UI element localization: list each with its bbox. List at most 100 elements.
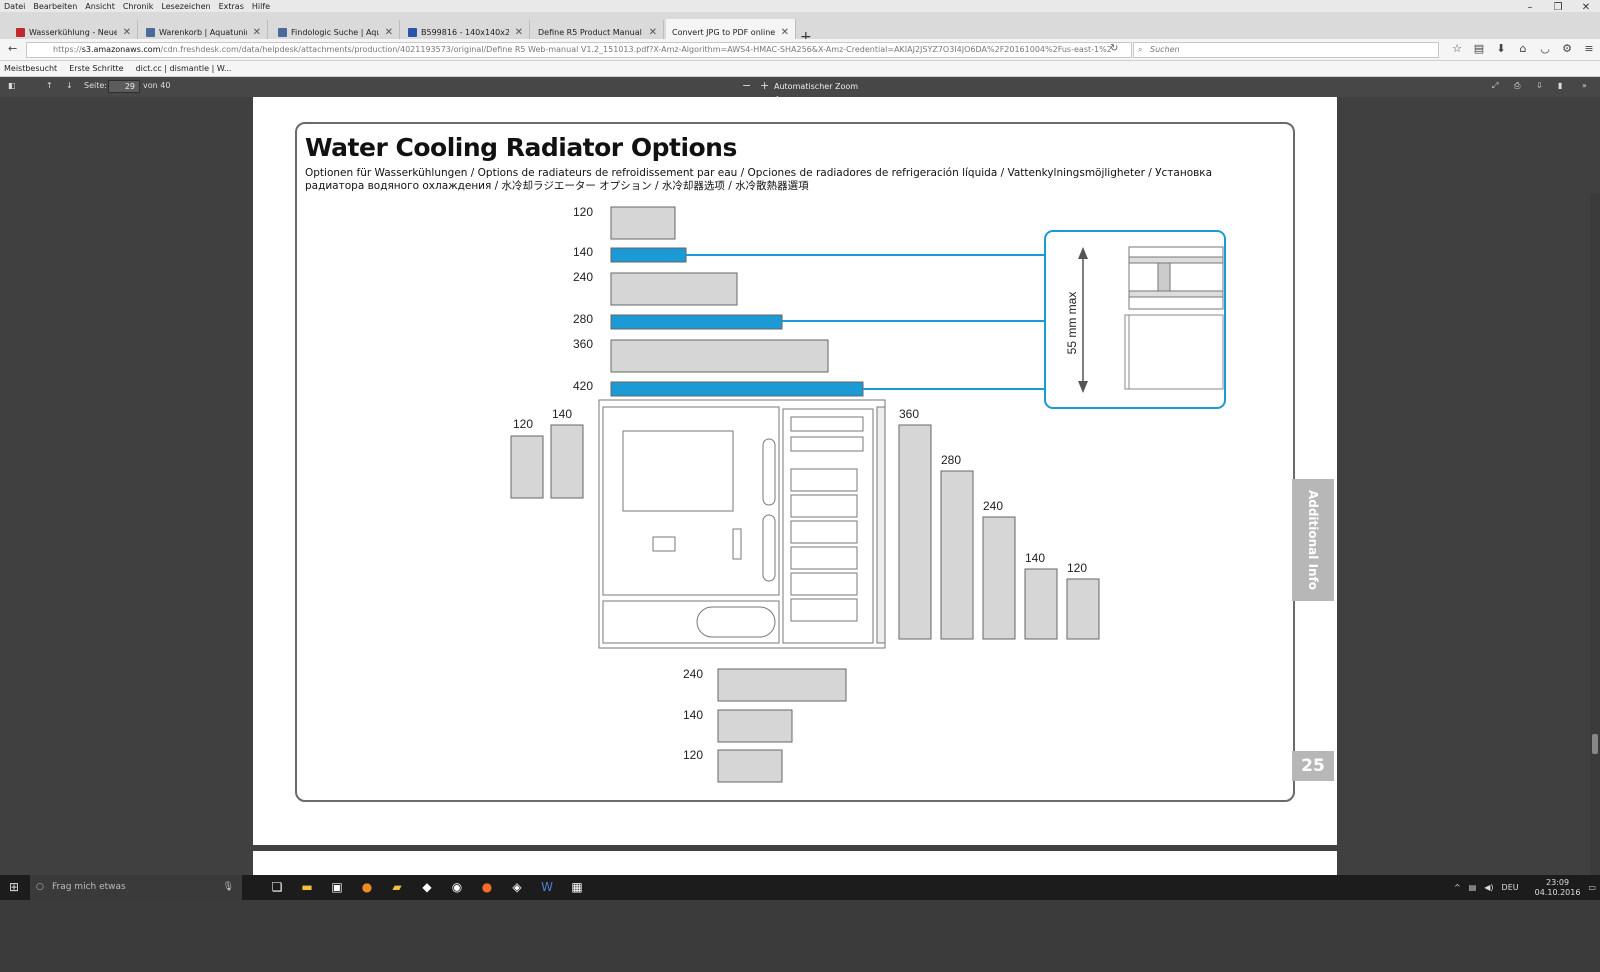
tab-close-icon[interactable]: ✕ [781,27,789,38]
pdf-viewer[interactable]: Water Cooling Radiator Options Optionen … [0,97,1600,972]
top-radiator-4: 360 [573,337,829,373]
top-radiator-3: 280 [573,312,1045,330]
page-count: von 40 [143,81,171,90]
network-icon[interactable]: ▤ [1469,883,1477,892]
clearance-label: 55 mm max [1065,292,1079,355]
firefox-icon[interactable]: ● [352,875,382,900]
tab-close-icon[interactable]: ✕ [253,27,261,38]
language-indicator[interactable]: DEU [1502,883,1519,892]
page-number-badge: 25 [1292,751,1334,781]
next-page-icon[interactable]: ↓ [66,81,73,90]
front-radiator-0: 360 [898,407,932,640]
menu-edit[interactable]: Bearbeiten [33,2,77,11]
search-input[interactable]: ⌕ Suchen [1133,42,1439,58]
toolbar-icons: ☆ ▤ ⬇ ⌂ ◡ ⚙ ≡ [1446,42,1600,55]
word-icon[interactable]: W [532,875,562,900]
front-radiator-1: 280 [940,453,974,640]
sidebar-toggle-icon[interactable]: ◧ [8,81,16,90]
calculator-icon[interactable]: ▦ [562,875,592,900]
store-icon[interactable]: ▣ [322,875,352,900]
radiator-label: 120 [513,417,533,431]
notification-icon[interactable]: ▭ [1588,883,1596,892]
bookmark-dictcc[interactable]: dict.cc | dismantle | W... [136,64,232,73]
case-drawing [598,399,886,649]
radiator-label: 140 [552,407,572,421]
side-tab-additional-info: Additional Info [1292,479,1334,601]
url-bar[interactable]: https://s3.amazonaws.com/cdn.freshdesk.c… [26,42,1132,58]
radiator-label: 240 [983,499,1003,513]
page-label: Seite: [84,81,107,90]
bookmark-first-steps[interactable]: Erste Schritte [69,64,123,73]
url-path: /cdn.freshdesk.com/data/helpdesk/attachm… [160,45,1112,54]
tab-close-icon[interactable]: ✕ [123,27,131,38]
app-icon[interactable]: ◈ [502,875,532,900]
rear-radiator-1: 140 [550,407,584,499]
clearance-detail: 55 mm max [1044,230,1226,409]
radiator-label: 420 [573,379,593,393]
taskbar: ⊞ ○ Frag mich etwas 🎙 ❏ ▬ ▣ ● ▰ ◆ ◉ ● ◈ … [0,875,1600,900]
zoom-in-icon[interactable]: + [760,79,769,92]
front-radiator-3: 140 [1024,551,1058,640]
tab-close-icon[interactable]: ✕ [515,27,523,38]
url-host: s3.amazonaws.com [81,45,161,54]
top-radiator-2: 240 [573,270,738,306]
page-number-input[interactable]: 29 [108,80,140,93]
tab-close-icon[interactable]: ✕ [649,27,657,38]
menu-bookmarks[interactable]: Lesezeichen [161,2,210,11]
radiator-label: 240 [573,270,593,284]
library-icon[interactable]: ▤ [1468,42,1490,55]
zoom-select[interactable]: Automatischer Zoom ↕ [774,80,866,104]
taskbar-apps: ❏ ▬ ▣ ● ▰ ◆ ◉ ● ◈ W ▦ [262,875,592,900]
file-explorer-icon[interactable]: ▬ [292,875,322,900]
pocket-icon[interactable]: ◡ [1534,42,1556,55]
menu-file[interactable]: Datei [4,2,25,11]
cortana-icon: ○ [36,882,44,892]
front-radiator-2: 240 [982,499,1016,640]
top-radiator-0: 120 [573,205,676,240]
bookmarks-bar: Meistbesucht Erste Schritte dict.cc | di… [0,61,1600,77]
radiator-label: 120 [1067,561,1087,575]
download-icon[interactable]: ⬇ [1490,42,1512,55]
pdf-bookmark-icon[interactable]: ▮ [1558,81,1562,90]
menu-history[interactable]: Chronik [123,2,154,11]
extension-icon[interactable]: ⚙ [1556,42,1578,55]
save-icon[interactable]: ⇩ [1536,81,1543,90]
url-prefix: https:// [53,45,82,54]
microphone-icon[interactable]: 🎙 [223,875,234,900]
radiator-label: 240 [683,667,703,681]
home-icon[interactable]: ⌂ [1512,42,1534,55]
zoom-out-icon[interactable]: − [742,79,751,92]
windows-start-icon[interactable]: ⊞ [9,880,19,894]
pdf-next-page [253,851,1337,875]
steam-icon[interactable]: ◉ [442,875,472,900]
radiator-label: 360 [899,407,919,421]
volume-icon[interactable]: ◀) [1484,883,1493,892]
radiator-label: 280 [573,312,593,326]
tools-expand-icon[interactable]: » [1582,81,1587,90]
tab-close-icon[interactable]: ✕ [385,27,393,38]
menu-help[interactable]: Hilfe [252,2,270,11]
folder-icon[interactable]: ▰ [382,875,412,900]
front-radiator-4: 120 [1066,561,1100,640]
radiator-label: 140 [1025,551,1045,565]
print-icon[interactable]: ⎙ [1514,81,1520,91]
menu-tools[interactable]: Extras [219,2,244,11]
back-icon[interactable]: ← [8,42,17,55]
reload-icon[interactable]: ↻ [1110,43,1118,54]
clock[interactable]: 23:09 04.10.2016 [1527,878,1581,898]
bookmark-star-icon[interactable]: ☆ [1446,42,1468,55]
tray-expand-icon[interactable]: ^ [1454,883,1461,892]
scrollbar[interactable] [1590,194,1600,972]
app-icon[interactable]: ◆ [412,875,442,900]
taskbar-search[interactable]: ○ Frag mich etwas 🎙 [30,875,242,900]
scrollbar-thumb[interactable] [1592,734,1598,754]
hamburger-menu-icon[interactable]: ≡ [1578,42,1600,55]
search-placeholder: Suchen [1150,45,1180,54]
menu-view[interactable]: Ansicht [85,2,115,11]
prev-page-icon[interactable]: ↑ [46,81,53,90]
origin-icon[interactable]: ● [472,875,502,900]
bookmark-most-visited[interactable]: Meistbesucht [4,64,57,73]
tab-favicon-icon [16,28,25,37]
task-view-icon[interactable]: ❏ [262,875,292,900]
fullscreen-icon[interactable]: ⤢ [1492,81,1498,91]
